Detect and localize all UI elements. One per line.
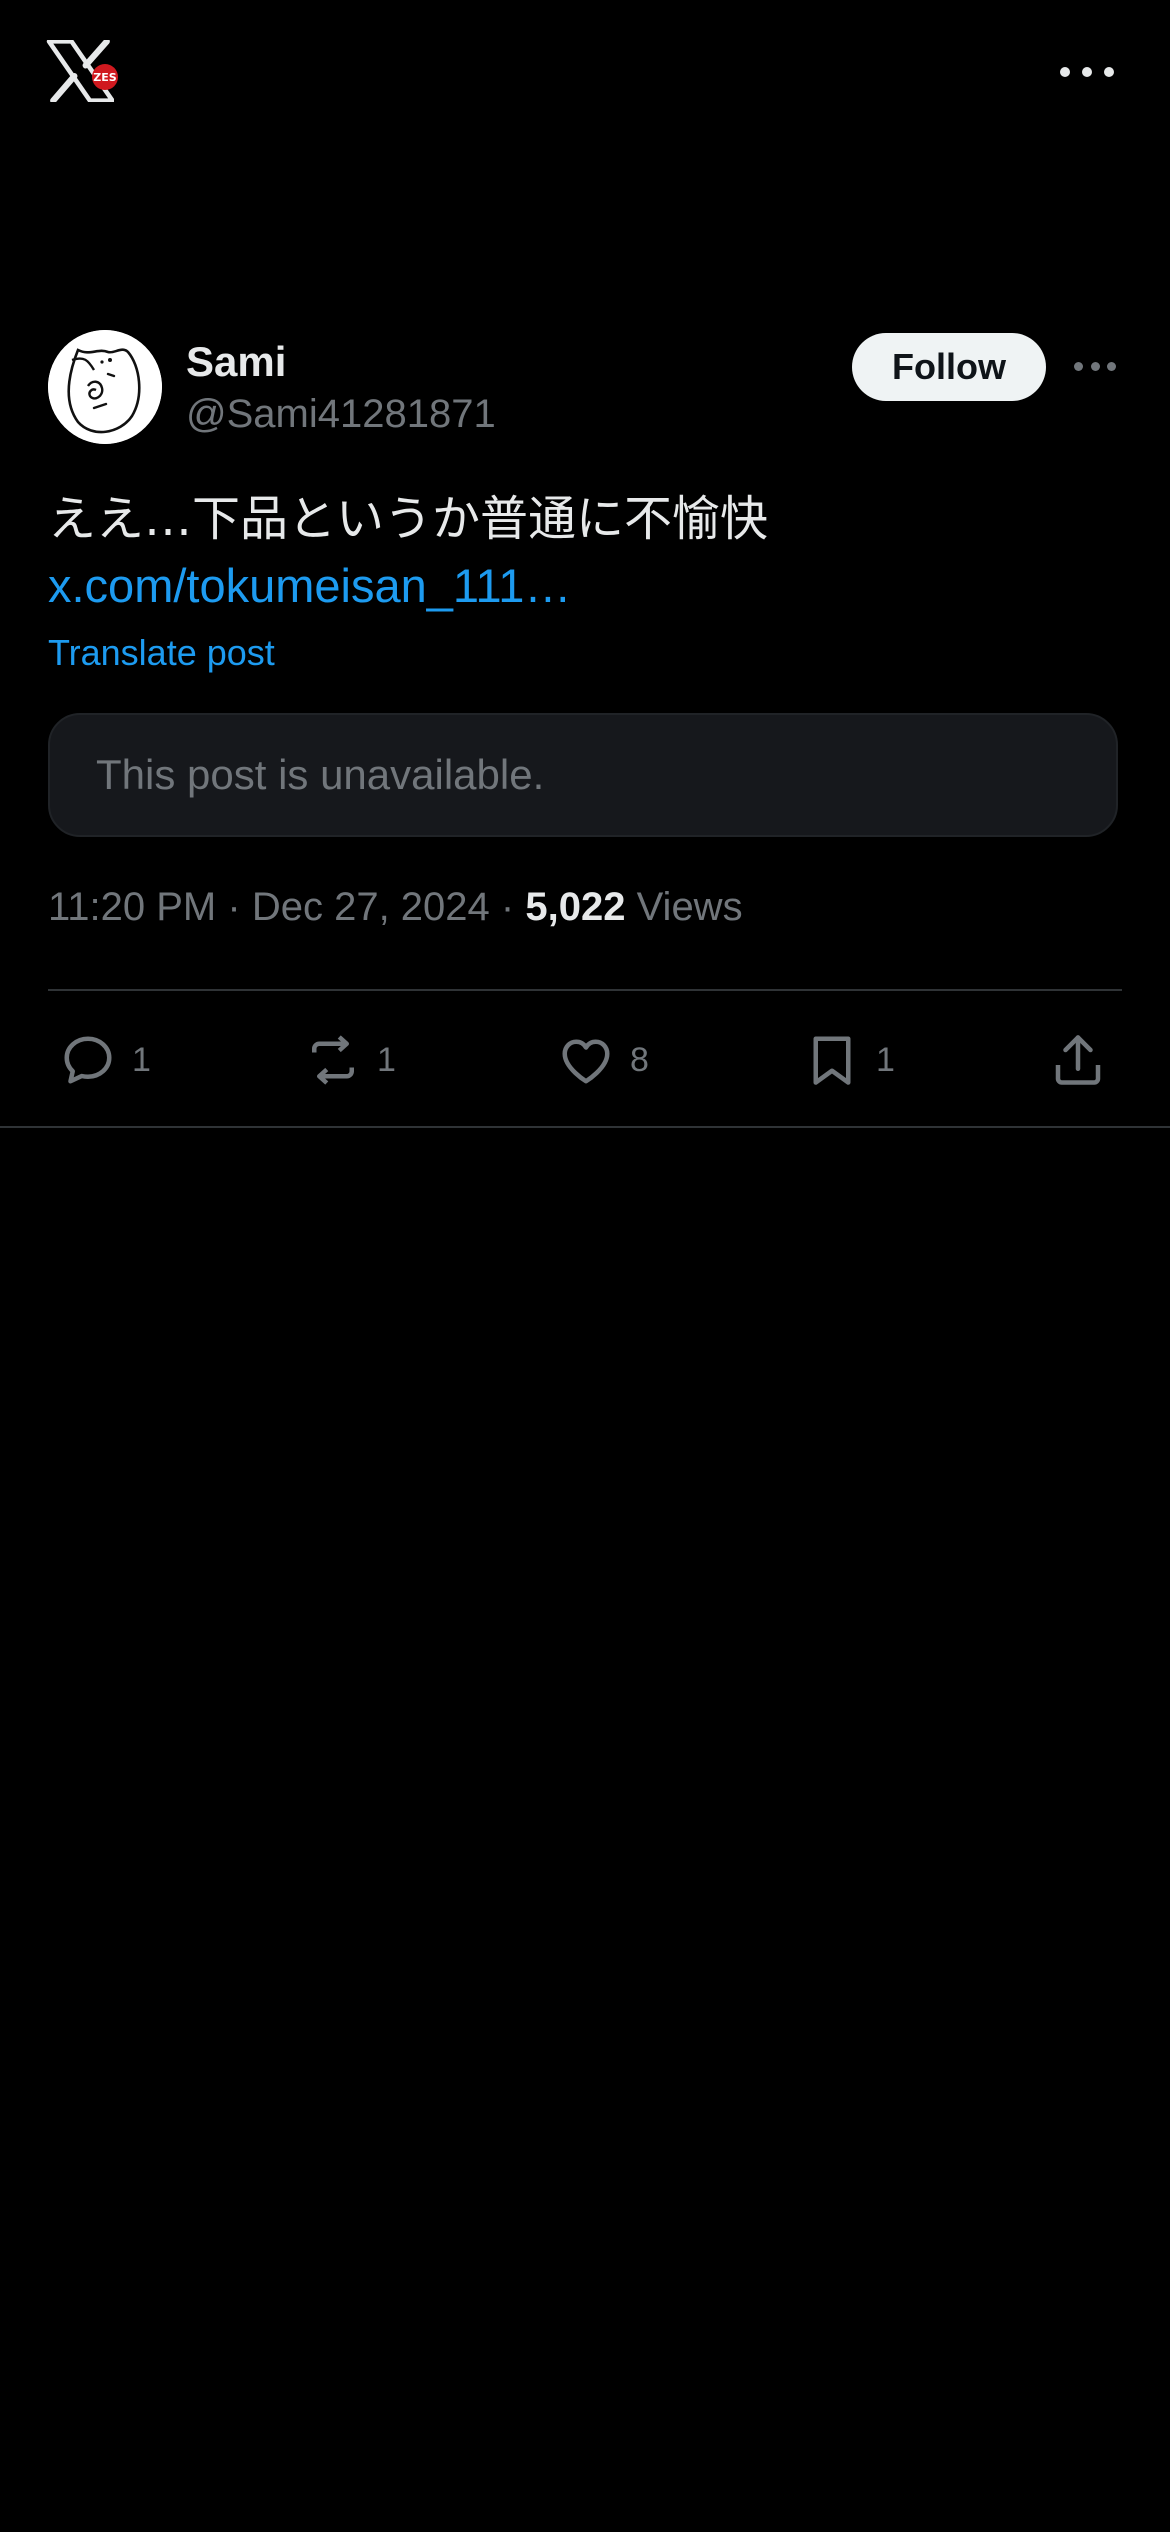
section-divider [0,1126,1170,1128]
bookmark-icon [813,1036,851,1085]
meta-separator: · [500,885,515,929]
more-icon[interactable] [1060,54,1114,90]
repost-button[interactable]: 1 [303,1020,396,1100]
more-dot [1082,67,1092,77]
like-count: 8 [630,1040,649,1079]
more-dot [1090,361,1100,371]
action-bar: 1 1 8 1 [48,1020,1122,1100]
meta-separator: · [227,885,241,929]
translate-post-link[interactable]: Translate post [48,632,275,674]
post-date[interactable]: Dec 27, 2024 [252,885,490,929]
more-dot [1060,67,1070,77]
more-dot [1104,67,1114,77]
quoted-post-unavailable: This post is unavailable. [48,713,1118,837]
post-more-icon[interactable] [1074,354,1116,378]
author-handle[interactable]: @Sami41281871 [186,392,496,437]
like-icon [562,1039,610,1084]
views-count: 5,022 [525,885,626,929]
unavailable-text: This post is unavailable. [96,751,545,798]
bookmark-count: 1 [876,1040,895,1079]
more-dot [1074,361,1083,371]
author-name[interactable]: Sami [186,338,286,386]
more-dot [1107,361,1116,371]
repost-icon [312,1035,354,1085]
post-text: ええ…下品というか普通に不愉快 [48,491,769,547]
share-button[interactable] [1048,1020,1108,1100]
follow-button[interactable]: Follow [852,333,1046,401]
avatar-image [48,330,162,444]
reply-icon [64,1036,112,1084]
logo-badge: ZES [92,64,118,90]
share-icon [1055,1035,1101,1085]
repost-count: 1 [377,1040,396,1079]
x-logo-icon[interactable]: ZES [46,38,118,104]
post-meta: 11:20 PM · Dec 27, 2024 · 5,022 Views [48,885,743,930]
post-link[interactable]: x.com/tokumeisan_111… [48,552,571,620]
reply-count: 1 [132,1040,151,1079]
bookmark-button[interactable]: 1 [802,1020,895,1100]
post-time[interactable]: 11:20 PM [48,885,216,929]
like-button[interactable]: 8 [556,1020,649,1100]
reply-button[interactable]: 1 [58,1020,151,1100]
divider [48,989,1122,991]
top-bar: ZES [0,0,1170,150]
avatar[interactable] [48,330,162,444]
views-label: Views [636,885,743,929]
